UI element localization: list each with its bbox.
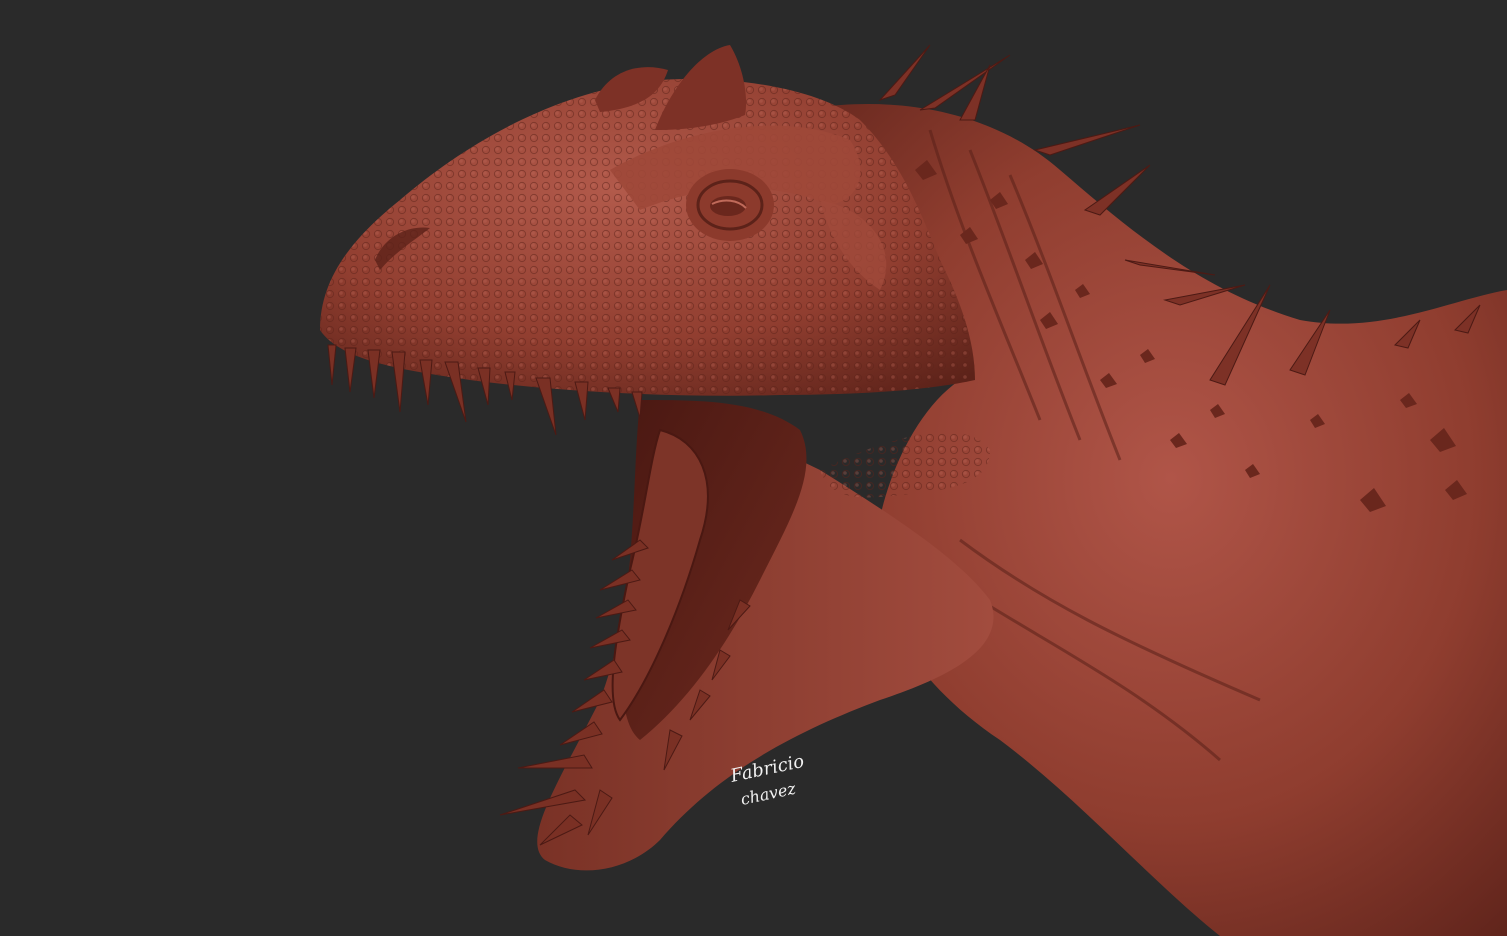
sculpt-render: Fabricio chavez bbox=[320, 44, 1507, 936]
eye bbox=[686, 169, 774, 241]
viewport: Fabricio chavez bbox=[0, 0, 1507, 936]
